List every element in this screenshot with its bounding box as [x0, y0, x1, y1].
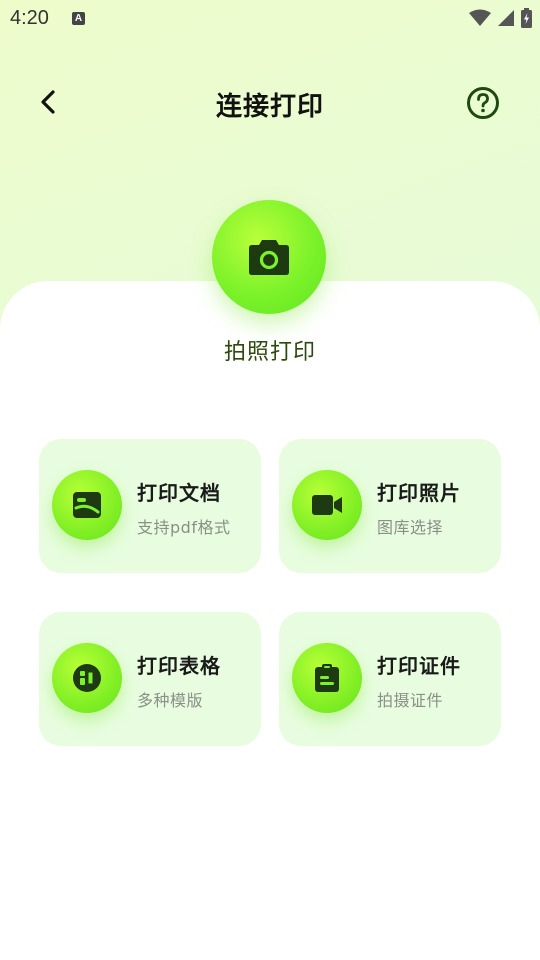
print-document-card[interactable]: 打印文档 支持pdf格式: [39, 439, 261, 573]
card-title: 打印证件: [377, 654, 461, 678]
print-photo-card[interactable]: 打印照片 图库选择: [279, 439, 501, 573]
photo-print-button[interactable]: [212, 200, 326, 314]
card-title: 打印照片: [377, 481, 461, 505]
signal-icon: [498, 10, 514, 26]
help-icon: [467, 87, 499, 119]
card-subtitle: 多种模版: [137, 691, 204, 710]
print-document-icon-wrap: [52, 470, 122, 540]
card-subtitle: 拍摄证件: [377, 691, 444, 710]
notification-badge: A: [72, 12, 85, 25]
card-title: 打印表格: [137, 654, 221, 678]
photo-print-label: 拍照打印: [223, 340, 316, 365]
card-subtitle: 图库选择: [377, 518, 444, 537]
print-id-card[interactable]: 打印证件 拍摄证件: [279, 612, 501, 746]
status-time: 4:20: [10, 7, 49, 29]
table-icon: [73, 664, 101, 692]
battery-icon: [521, 8, 532, 28]
camera-icon: [249, 240, 289, 275]
clipboard-icon: [315, 664, 339, 692]
header: 连接打印: [0, 70, 540, 134]
help-button[interactable]: [466, 86, 500, 120]
page-title: 连接打印: [215, 92, 324, 122]
print-photo-icon-wrap: [292, 470, 362, 540]
card-title: 打印文档: [137, 481, 221, 505]
wifi-icon: [469, 9, 491, 26]
status-bar: 4:20 A: [0, 0, 540, 36]
video-camera-icon: [312, 495, 342, 515]
print-table-card[interactable]: 打印表格 多种模版: [39, 612, 261, 746]
status-icons: [469, 8, 532, 28]
document-icon: [73, 492, 101, 518]
print-id-icon-wrap: [292, 643, 362, 713]
card-subtitle: 支持pdf格式: [137, 518, 231, 537]
print-table-icon-wrap: [52, 643, 122, 713]
